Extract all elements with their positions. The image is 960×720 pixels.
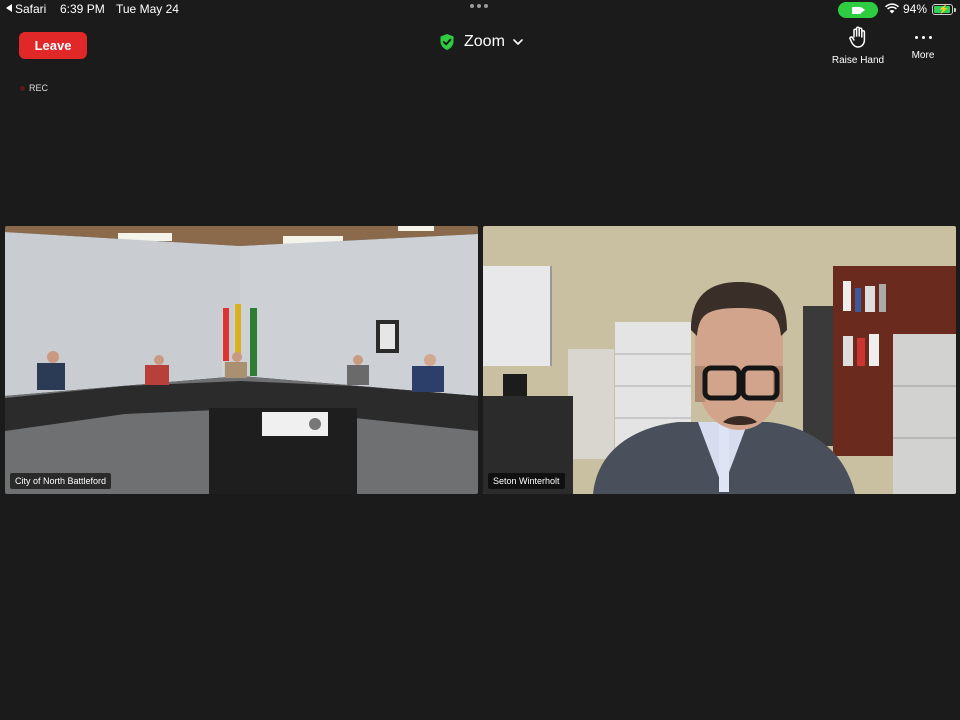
status-time: 6:39 PM bbox=[60, 2, 105, 16]
participant-name-tag: Seton Winterholt bbox=[488, 473, 565, 489]
video-feed-council-chamber bbox=[5, 226, 478, 494]
shield-check-icon bbox=[440, 34, 454, 50]
back-app-label: Safari bbox=[15, 2, 47, 16]
raise-hand-label: Raise Hand bbox=[831, 55, 885, 66]
app-title: Zoom bbox=[464, 33, 505, 50]
participant-name-tag: City of North Battleford bbox=[10, 473, 112, 489]
video-tile-2[interactable]: Seton Winterholt bbox=[483, 226, 956, 494]
hand-icon bbox=[849, 26, 866, 48]
more-label: More bbox=[911, 50, 935, 61]
raise-hand-button[interactable]: Raise Hand bbox=[826, 26, 890, 66]
more-dots-icon bbox=[902, 26, 944, 48]
record-dot-icon bbox=[20, 85, 25, 91]
wifi-icon bbox=[885, 3, 899, 14]
battery-percent: 94% bbox=[903, 2, 928, 16]
status-bar: Safari 6:39 PM Tue May 24 94% ⚡ bbox=[0, 0, 960, 20]
camera-in-use-icon bbox=[838, 2, 878, 18]
status-date: Tue May 24 bbox=[116, 2, 179, 16]
more-button[interactable]: More bbox=[902, 26, 944, 61]
rec-label: REC bbox=[29, 83, 49, 93]
video-feed-office bbox=[483, 226, 956, 494]
meeting-title-dropdown[interactable]: Zoom bbox=[440, 31, 523, 53]
battery-icon: ⚡ bbox=[932, 4, 956, 15]
chevron-down-icon bbox=[513, 39, 523, 45]
multitasking-dots-icon[interactable] bbox=[470, 4, 488, 8]
video-tile-1[interactable]: City of North Battleford bbox=[5, 226, 478, 494]
back-to-app-link[interactable]: Safari bbox=[6, 2, 46, 16]
recording-indicator: REC bbox=[20, 83, 48, 93]
back-arrow-icon bbox=[6, 4, 12, 12]
leave-button[interactable]: Leave bbox=[19, 32, 87, 59]
